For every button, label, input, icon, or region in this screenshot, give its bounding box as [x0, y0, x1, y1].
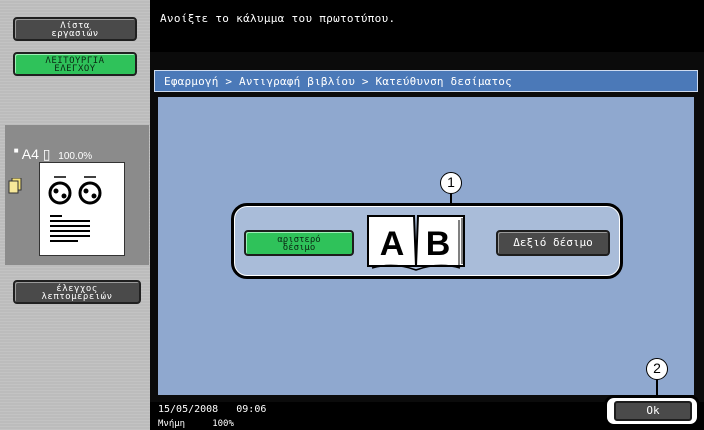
job-list-button-label: Λίστα εργασιών [51, 21, 99, 39]
book-letter-a: A [380, 225, 405, 263]
paper-icon: ■ [13, 146, 19, 155]
page-preview-icon [39, 162, 125, 256]
check-details-button[interactable]: έλεγχος λεπτομερειών [13, 280, 141, 304]
paper-size: A4 [21, 146, 39, 162]
left-binding-button[interactable]: αριστερό δέσιμο [244, 230, 354, 256]
job-list-button[interactable]: Λίστα εργασιών [13, 17, 137, 41]
message-bar [150, 0, 704, 52]
callout-1: 1 [440, 172, 462, 194]
copies-icon [8, 178, 22, 194]
function-check-button[interactable]: ΛΕΙΤΟΥΡΓΙΑ ΕΛΕΓΧΟΥ [13, 52, 137, 76]
book-binding-icon: A B [367, 215, 465, 271]
check-details-button-label: έλεγχος λεπτομερειών [41, 284, 113, 302]
date-time: 15/05/2008 09:06 [158, 404, 267, 415]
breadcrumb: Εφαρμογή > Αντιγραφή βιβλίου > Κατεύθυνσ… [164, 75, 512, 88]
ok-button[interactable]: Ok [614, 401, 692, 421]
orientation-icon: ▯ [42, 146, 51, 162]
callout-2: 2 [646, 358, 668, 380]
status-message: Ανοίξτε το κάλυμμα του πρωτοτύπου. [160, 12, 396, 25]
zoom-value: 100.0% [58, 151, 93, 162]
memory-readout: Μνήμη 100% [158, 419, 234, 429]
function-check-button-label: ΛΕΙΤΟΥΡΓΙΑ ΕΛΕΓΧΟΥ [45, 56, 105, 74]
memory-value: 100% [212, 419, 234, 429]
right-binding-button-label: Δεξιό δέσιμο [513, 236, 593, 249]
book-letter-b: B [426, 225, 451, 263]
left-binding-button-label: αριστερό δέσιμο [277, 235, 321, 253]
memory-label: Μνήμη [158, 419, 186, 429]
ok-button-label: Ok [646, 404, 660, 417]
right-binding-button[interactable]: Δεξιό δέσιμο [496, 230, 610, 256]
callout-2-leader [656, 380, 658, 396]
callout-1-leader [450, 194, 452, 205]
status-readout: ■ A4 ▯ 100.0% [6, 130, 92, 163]
